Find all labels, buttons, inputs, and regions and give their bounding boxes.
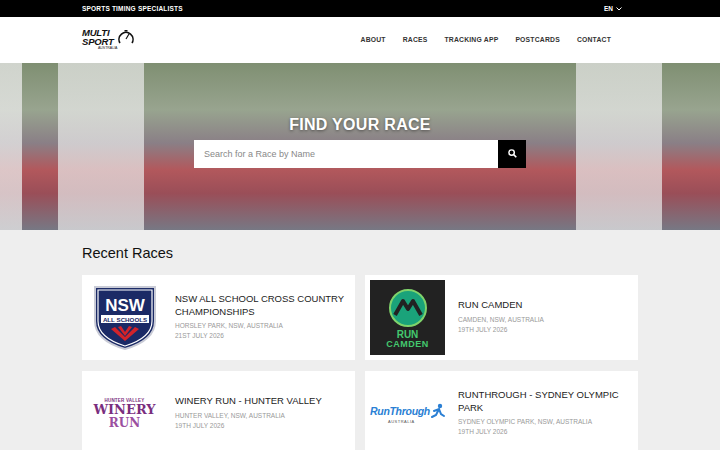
- language-selector[interactable]: EN: [604, 5, 638, 12]
- race-location: HORSLEY PARK, NSW, AUSTRALIA: [175, 321, 347, 331]
- race-card[interactable]: HUNTER VALLEY WINERY RUN WINERY RUN - HU…: [82, 371, 355, 450]
- winery-run-logo: HUNTER VALLEY WINERY RUN: [93, 398, 155, 429]
- race-location: HUNTER VALLEY, NSW, AUSTRALIA: [175, 411, 322, 421]
- race-location: SYDNEY OLYMPIC PARK, NSW, AUSTRALIA: [458, 417, 630, 427]
- page: SPORTS TIMING SPECIALISTS EN MULTISPORT …: [0, 0, 720, 450]
- race-title: RUN CAMDEN: [458, 299, 544, 311]
- chevron-down-icon: [616, 7, 622, 11]
- race-location: CAMDEN, NSW, AUSTRALIA: [458, 315, 544, 325]
- nav-link[interactable]: RACES: [403, 36, 428, 43]
- race-card[interactable]: RUN CAMDEN RUN CAMDEN CAMDEN, NSW, AUSTR…: [365, 275, 638, 360]
- tagline: SPORTS TIMING SPECIALISTS: [82, 5, 183, 12]
- search-icon: [508, 149, 517, 158]
- svg-text:NSW: NSW: [105, 296, 146, 315]
- nav-link[interactable]: ABOUT: [361, 36, 386, 43]
- race-title: NSW ALL SCHOOL CROSS COUNTRY CHAMPIONSHI…: [175, 293, 347, 318]
- brand-logo[interactable]: MULTISPORT AUSTRALIA: [82, 29, 134, 50]
- race-date: 19TH JULY 2026: [458, 427, 630, 437]
- race-title: RUNTHROUGH - SYDNEY OLYMPIC PARK: [458, 389, 630, 414]
- race-logo: HUNTER VALLEY WINERY RUN: [87, 376, 162, 450]
- main-menu: ABOUT RACES TRACKING APP POSTCARDS CONTACT: [361, 36, 638, 43]
- nsw-shield-icon: NSWALL SCHOOLS: [93, 285, 157, 351]
- search-button[interactable]: [498, 140, 526, 168]
- race-logo: RUN CAMDEN: [370, 280, 445, 355]
- section-heading: Recent Races: [82, 245, 638, 261]
- race-date: 19TH JULY 2026: [175, 421, 322, 431]
- nav-link[interactable]: POSTCARDS: [515, 36, 559, 43]
- runthrough-logo: RunThrough AUSTRALIA: [370, 403, 445, 424]
- nav-link[interactable]: TRACKING APP: [445, 36, 499, 43]
- nav-link[interactable]: CONTACT: [577, 36, 611, 43]
- hero-banner: FIND YOUR RACE: [0, 63, 720, 230]
- race-logo: NSWALL SCHOOLS: [87, 280, 162, 355]
- svg-text:ALL SCHOOLS: ALL SCHOOLS: [102, 315, 146, 322]
- race-title: WINERY RUN - HUNTER VALLEY: [175, 395, 322, 407]
- run-camden-logo: RUN CAMDEN: [370, 280, 445, 355]
- race-card[interactable]: NSWALL SCHOOLS NSW ALL SCHOOL CROSS COUN…: [82, 275, 355, 360]
- race-date: 21ST JULY 2026: [175, 331, 347, 341]
- recent-races: Recent Races NSWALL SCHOOLS NSW ALL SCHO…: [0, 230, 720, 450]
- mountain-circle-icon: [388, 288, 428, 328]
- search-bar: [194, 140, 526, 168]
- race-logo: RunThrough AUSTRALIA: [370, 376, 445, 450]
- hero-title: FIND YOUR RACE: [289, 116, 431, 134]
- search-input[interactable]: [194, 140, 498, 168]
- navbar: MULTISPORT AUSTRALIA ABOUT RACES TRACKING …: [0, 17, 720, 63]
- top-bar: SPORTS TIMING SPECIALISTS EN: [0, 0, 720, 17]
- stopwatch-icon: [118, 30, 134, 46]
- race-card[interactable]: RunThrough AUSTRALIA RUNTHROUGH - SYDNEY…: [365, 371, 638, 450]
- runner-icon: [431, 403, 445, 419]
- race-date: 19TH JULY 2026: [458, 325, 544, 335]
